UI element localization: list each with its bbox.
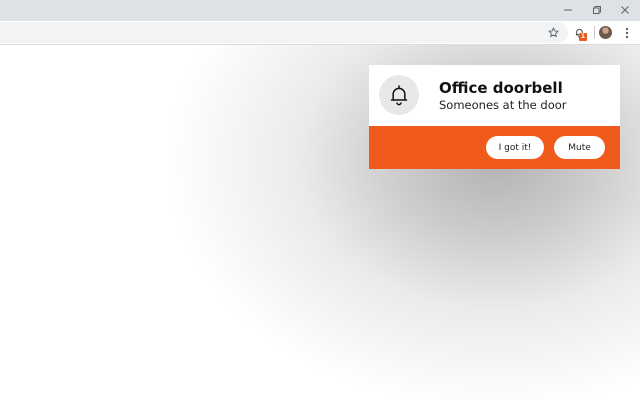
got-it-button[interactable]: I got it! [486, 136, 544, 159]
kebab-menu-icon[interactable] [618, 24, 635, 41]
notification-message: Someones at the door [439, 98, 567, 112]
avatar[interactable] [599, 26, 612, 39]
notification-header: Office doorbell Someones at the door [369, 65, 620, 126]
bell-icon [379, 75, 419, 115]
notification-popup: Office doorbell Someones at the door I g… [369, 65, 620, 169]
toolbar-separator [594, 26, 595, 39]
mute-button[interactable]: Mute [554, 136, 605, 159]
star-icon[interactable] [545, 24, 562, 41]
extension-badge: 1 [579, 33, 587, 41]
restore-icon[interactable] [582, 0, 612, 19]
notification-title: Office doorbell [439, 79, 563, 97]
title-bar [0, 0, 640, 21]
close-icon[interactable] [610, 0, 640, 19]
toolbar: 1 [0, 21, 640, 45]
minimize-icon[interactable] [553, 0, 583, 19]
address-bar[interactable] [0, 22, 568, 43]
browser-window: 1 Office doorbell Someones at the door I… [0, 0, 640, 400]
notification-actions: I got it! Mute [369, 126, 620, 169]
